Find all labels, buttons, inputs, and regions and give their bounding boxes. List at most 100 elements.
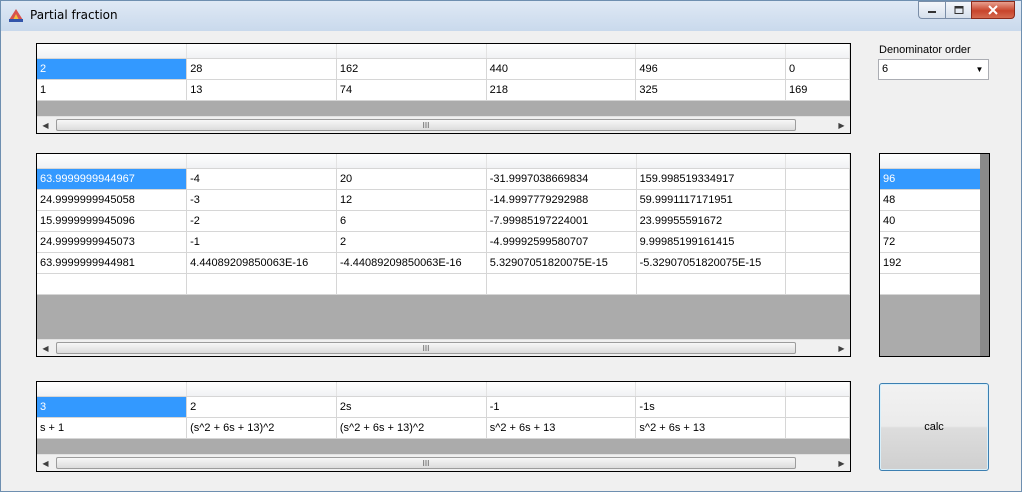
column-header[interactable]: [186, 382, 337, 397]
grid-cell[interactable]: 6: [336, 210, 487, 232]
grid-cell[interactable]: [785, 210, 850, 232]
grid-cell[interactable]: [785, 396, 850, 418]
grid-cell[interactable]: 5.32907051820075E-15: [486, 252, 637, 274]
result-column-grid[interactable]: 96 48 40 72 192: [879, 153, 990, 357]
grid-cell[interactable]: [785, 252, 850, 274]
grid-cell[interactable]: -1s: [635, 396, 787, 418]
grid-cell[interactable]: -7.99985197224001: [486, 210, 637, 232]
grid-cell[interactable]: 0: [785, 58, 850, 80]
minimize-button[interactable]: [918, 1, 945, 19]
horizontal-scrollbar[interactable]: ◀ III ▶: [37, 454, 850, 471]
grid-cell[interactable]: 2s: [336, 396, 487, 418]
grid-cell[interactable]: [636, 273, 787, 295]
grid-cell[interactable]: 2: [336, 231, 487, 253]
grid-cell[interactable]: s^2 + 6s + 13: [486, 417, 637, 439]
column-header[interactable]: [635, 382, 787, 397]
denominator-order-select[interactable]: 6 ▼: [878, 59, 989, 80]
grid-cell[interactable]: 1: [37, 79, 188, 101]
scroll-left-arrow-icon[interactable]: ◀: [37, 455, 54, 471]
grid-cell[interactable]: 9.99985199161415: [636, 231, 787, 253]
grid-cell[interactable]: 162: [336, 58, 487, 80]
grid-cell[interactable]: 96: [880, 168, 981, 190]
chevron-down-icon[interactable]: ▼: [971, 60, 988, 79]
maximize-button[interactable]: [945, 1, 971, 19]
grid-cell[interactable]: 2: [186, 396, 337, 418]
grid-cell[interactable]: [486, 273, 637, 295]
grid-cell[interactable]: 40: [880, 210, 981, 232]
grid-cell[interactable]: (s^2 + 6s + 13)^2: [186, 417, 337, 439]
grid-cell[interactable]: [37, 273, 188, 295]
fractions-grid[interactable]: 3 2 2s -1 -1s s + 1 (s^2 + 6s + 13)^2 (s…: [36, 381, 851, 472]
scroll-right-arrow-icon[interactable]: ▶: [833, 340, 850, 356]
calc-button[interactable]: calc: [879, 383, 989, 471]
close-button[interactable]: [971, 1, 1015, 19]
grid-cell[interactable]: 63.9999999944967: [37, 168, 188, 190]
grid-cell[interactable]: 496: [635, 58, 787, 80]
scroll-left-arrow-icon[interactable]: ◀: [37, 117, 54, 133]
vertical-scrollbar[interactable]: [980, 154, 989, 356]
grid-cell[interactable]: [880, 273, 981, 295]
grid-cell[interactable]: 159.998519334917: [636, 168, 787, 190]
grid-cell[interactable]: 59.9991117171951: [636, 189, 787, 211]
column-header[interactable]: [37, 44, 188, 59]
column-header[interactable]: [336, 382, 487, 397]
column-header[interactable]: [635, 44, 787, 59]
grid-cell[interactable]: 20: [336, 168, 487, 190]
grid-cell[interactable]: -14.9997779292988: [486, 189, 637, 211]
grid-cell[interactable]: -1: [186, 231, 337, 253]
grid-cell[interactable]: (s^2 + 6s + 13)^2: [336, 417, 487, 439]
grid-cell[interactable]: -2: [186, 210, 337, 232]
grid-cell[interactable]: 28: [186, 58, 337, 80]
grid-cell[interactable]: 218: [486, 79, 637, 101]
grid-cell[interactable]: [785, 231, 850, 253]
grid-cell[interactable]: -4.99992599580707: [486, 231, 637, 253]
coefficients-grid[interactable]: 63.9999999944967 -4 20 -31.9997038669834…: [36, 153, 851, 357]
column-header[interactable]: [486, 154, 637, 169]
grid-cell[interactable]: -5.32907051820075E-15: [636, 252, 787, 274]
numerator-grid[interactable]: 2 28 162 440 496 0 1 13 74 218 325 169 ◀: [36, 43, 851, 134]
column-header[interactable]: [486, 382, 637, 397]
grid-cell[interactable]: 2: [37, 58, 188, 80]
column-header[interactable]: [37, 154, 188, 169]
horizontal-scrollbar[interactable]: ◀ III ▶: [37, 116, 850, 133]
grid-cell[interactable]: 24.9999999945058: [37, 189, 188, 211]
grid-cell[interactable]: [336, 273, 487, 295]
grid-cell[interactable]: s + 1: [37, 417, 188, 439]
grid-cell[interactable]: 15.9999999945096: [37, 210, 188, 232]
column-header[interactable]: [37, 382, 188, 397]
grid-cell[interactable]: 440: [486, 58, 637, 80]
grid-cell[interactable]: 23.99955591672: [636, 210, 787, 232]
horizontal-scrollbar[interactable]: ◀ III ▶: [37, 339, 850, 356]
grid-cell[interactable]: 74: [336, 79, 487, 101]
column-header[interactable]: [336, 44, 487, 59]
column-header[interactable]: [186, 154, 337, 169]
grid-cell[interactable]: -4.44089209850063E-16: [336, 252, 487, 274]
grid-cell[interactable]: -3: [186, 189, 337, 211]
column-header[interactable]: [785, 382, 850, 397]
scroll-right-arrow-icon[interactable]: ▶: [833, 117, 850, 133]
grid-cell[interactable]: [186, 273, 337, 295]
grid-cell[interactable]: 325: [635, 79, 787, 101]
grid-cell[interactable]: 192: [880, 252, 981, 274]
grid-cell[interactable]: 3: [37, 396, 188, 418]
grid-cell[interactable]: [785, 168, 850, 190]
column-header[interactable]: [336, 154, 487, 169]
grid-cell[interactable]: 4.44089209850063E-16: [186, 252, 337, 274]
grid-cell[interactable]: -4: [186, 168, 337, 190]
scroll-thumb[interactable]: III: [56, 457, 796, 469]
column-header[interactable]: [486, 44, 637, 59]
title-bar[interactable]: Partial fraction: [1, 1, 1021, 31]
scroll-thumb[interactable]: III: [56, 342, 796, 354]
grid-cell[interactable]: -1: [486, 396, 637, 418]
grid-cell[interactable]: 13: [186, 79, 337, 101]
grid-cell[interactable]: 72: [880, 231, 981, 253]
column-header[interactable]: [636, 154, 787, 169]
grid-cell[interactable]: 24.9999999945073: [37, 231, 188, 253]
grid-cell[interactable]: [785, 189, 850, 211]
column-header[interactable]: [785, 44, 850, 59]
scroll-right-arrow-icon[interactable]: ▶: [833, 455, 850, 471]
grid-cell[interactable]: 48: [880, 189, 981, 211]
grid-cell[interactable]: s^2 + 6s + 13: [635, 417, 787, 439]
grid-cell[interactable]: [785, 273, 850, 295]
scroll-thumb[interactable]: III: [56, 119, 796, 131]
